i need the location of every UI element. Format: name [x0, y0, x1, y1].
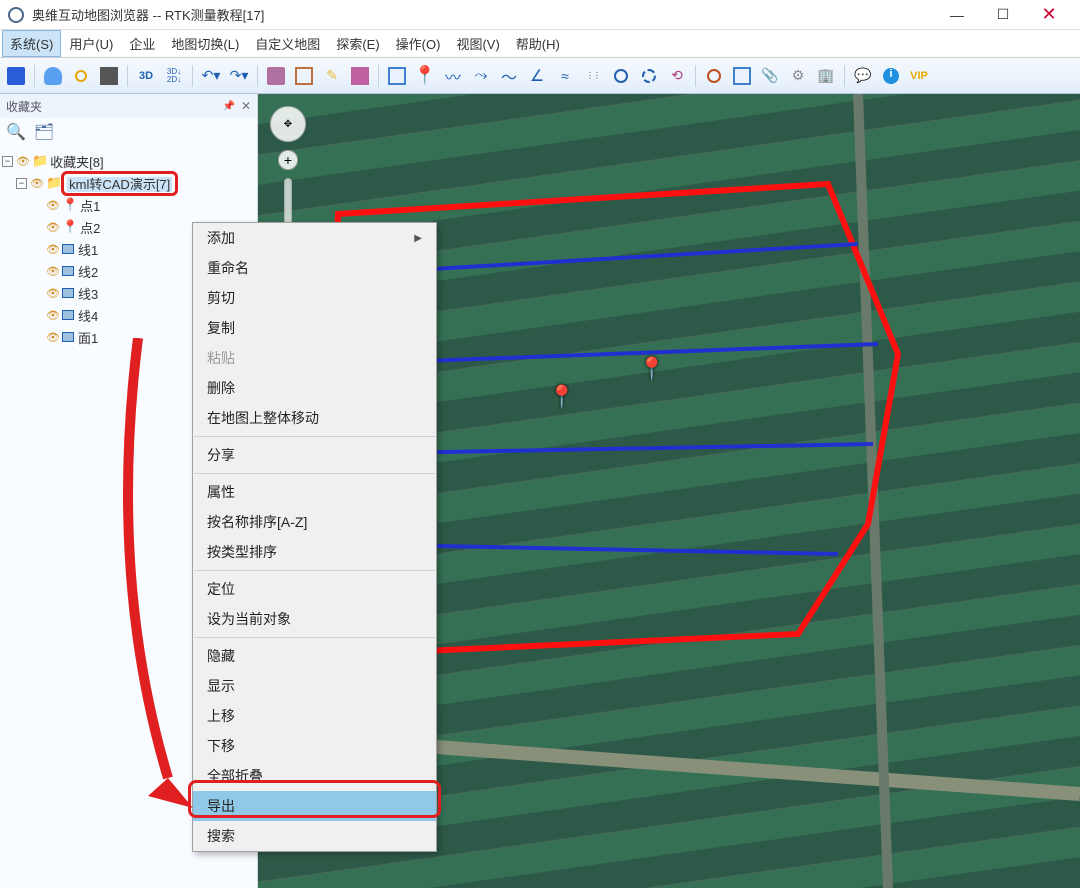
- menu-bar: 系统(S) 用户(U) 企业 地图切换(L) 自定义地图 探索(E) 操作(O)…: [0, 30, 1080, 58]
- minimize-button[interactable]: —: [934, 0, 980, 30]
- maximize-button[interactable]: ☐: [980, 0, 1026, 30]
- cm-set-current[interactable]: 设为当前对象: [193, 604, 436, 634]
- zoom-in-button[interactable]: +: [278, 150, 298, 170]
- cm-delete[interactable]: 删除: [193, 373, 436, 403]
- sidebar-search-icon[interactable]: 🔍: [6, 122, 26, 142]
- angle-icon[interactable]: ∠: [527, 66, 547, 86]
- map-marker-2[interactable]: 📍: [638, 356, 665, 382]
- dots-icon[interactable]: ⋮⋮: [583, 66, 603, 86]
- cm-move-down[interactable]: 下移: [193, 731, 436, 761]
- dashed-circle-icon[interactable]: [639, 66, 659, 86]
- ruler-icon[interactable]: [350, 66, 370, 86]
- image-icon[interactable]: [732, 66, 752, 86]
- undo-icon[interactable]: ↶▾: [201, 66, 221, 86]
- gear-icon[interactable]: ⚙: [788, 66, 808, 86]
- cm-add[interactable]: 添加▶: [193, 223, 436, 253]
- compass-icon[interactable]: ✥: [270, 106, 306, 142]
- window-title: 奥维互动地图浏览器 -- RTK测量教程[17]: [32, 5, 934, 24]
- tree-item-point1[interactable]: 👁📍点1: [2, 194, 255, 216]
- menu-view[interactable]: 视图(V): [448, 30, 507, 57]
- menu-user[interactable]: 用户(U): [61, 30, 121, 57]
- loop-icon[interactable]: ⟲: [667, 66, 687, 86]
- cm-search[interactable]: 搜索: [193, 821, 436, 851]
- cm-copy[interactable]: 复制: [193, 313, 436, 343]
- rect-icon[interactable]: [294, 66, 314, 86]
- 3d2d-button[interactable]: 3D↓ 2D↓: [164, 66, 184, 86]
- save-icon[interactable]: [6, 66, 26, 86]
- sidebar-cascade-icon[interactable]: 🗂: [34, 122, 54, 142]
- cm-cut[interactable]: 剪切: [193, 283, 436, 313]
- delete-icon[interactable]: [266, 66, 286, 86]
- circle-icon[interactable]: [611, 66, 631, 86]
- search-icon[interactable]: [71, 66, 91, 86]
- cm-sort-type[interactable]: 按类型排序: [193, 537, 436, 567]
- cm-move-up[interactable]: 上移: [193, 701, 436, 731]
- qr-icon[interactable]: [99, 66, 119, 86]
- attach-icon[interactable]: 📎: [760, 66, 780, 86]
- map-marker-1[interactable]: 📍: [548, 384, 575, 410]
- cm-hide[interactable]: 隐藏: [193, 641, 436, 671]
- app-icon: [8, 7, 24, 23]
- wave-icon[interactable]: ≈: [555, 66, 575, 86]
- cm-properties[interactable]: 属性: [193, 477, 436, 507]
- pencil-icon[interactable]: ✎: [322, 66, 342, 86]
- sidebar-title: 收藏夹: [6, 98, 42, 115]
- cm-move-on-map[interactable]: 在地图上整体移动: [193, 403, 436, 433]
- menu-explore[interactable]: 探索(E): [328, 30, 387, 57]
- info-icon[interactable]: i: [881, 66, 901, 86]
- menu-custommap[interactable]: 自定义地图: [247, 30, 328, 57]
- tree-folder-kml[interactable]: −👁📁 kml转CAD演示[7]: [2, 172, 255, 194]
- 3d-button[interactable]: 3D: [136, 66, 156, 86]
- redo-icon[interactable]: ↷▾: [229, 66, 249, 86]
- pin-icon[interactable]: 📍: [415, 66, 435, 86]
- cm-show[interactable]: 显示: [193, 671, 436, 701]
- chat-icon[interactable]: 💬: [853, 66, 873, 86]
- vip-button[interactable]: VIP: [909, 66, 929, 86]
- user-icon[interactable]: [43, 66, 63, 86]
- toolbar: 3D 3D↓ 2D↓ ↶▾ ↷▾ ✎ 📍 〰 ⤳ 〜 ∠ ≈ ⋮⋮ ⟲ 📎 ⚙ …: [0, 58, 1080, 94]
- menu-help[interactable]: 帮助(H): [508, 30, 568, 57]
- menu-mapswitch[interactable]: 地图切换(L): [163, 30, 247, 57]
- picture-icon[interactable]: [387, 66, 407, 86]
- cm-paste: 粘贴: [193, 343, 436, 373]
- cm-locate[interactable]: 定位: [193, 574, 436, 604]
- path-icon[interactable]: ⤳: [471, 66, 491, 86]
- sidebar-header: 收藏夹 📌 ✕: [0, 94, 257, 118]
- cm-export[interactable]: 导出: [193, 791, 436, 821]
- context-menu: 添加▶ 重命名 剪切 复制 粘贴 删除 在地图上整体移动 分享 属性 按名称排序…: [192, 222, 437, 852]
- close-button[interactable]: ✕: [1026, 0, 1072, 30]
- cm-sort-name[interactable]: 按名称排序[A-Z]: [193, 507, 436, 537]
- title-bar: 奥维互动地图浏览器 -- RTK测量教程[17] — ☐ ✕: [0, 0, 1080, 30]
- cm-rename[interactable]: 重命名: [193, 253, 436, 283]
- sidebar-tools: 🔍 🗂: [0, 118, 257, 146]
- building-icon[interactable]: 🏢: [816, 66, 836, 86]
- menu-system[interactable]: 系统(S): [2, 30, 61, 57]
- menu-enterprise[interactable]: 企业: [121, 30, 163, 57]
- sidebar-pin-icon[interactable]: 📌: [222, 101, 234, 112]
- cm-share[interactable]: 分享: [193, 440, 436, 470]
- polyline-icon[interactable]: 〰: [443, 66, 463, 86]
- clock-icon[interactable]: [704, 66, 724, 86]
- menu-operate[interactable]: 操作(O): [388, 30, 449, 57]
- tree-root[interactable]: −👁📁 收藏夹[8]: [2, 150, 255, 172]
- cm-collapse-all[interactable]: 全部折叠: [193, 761, 436, 791]
- sidebar-close-icon[interactable]: ✕: [241, 99, 251, 113]
- curve-icon[interactable]: 〜: [499, 66, 519, 86]
